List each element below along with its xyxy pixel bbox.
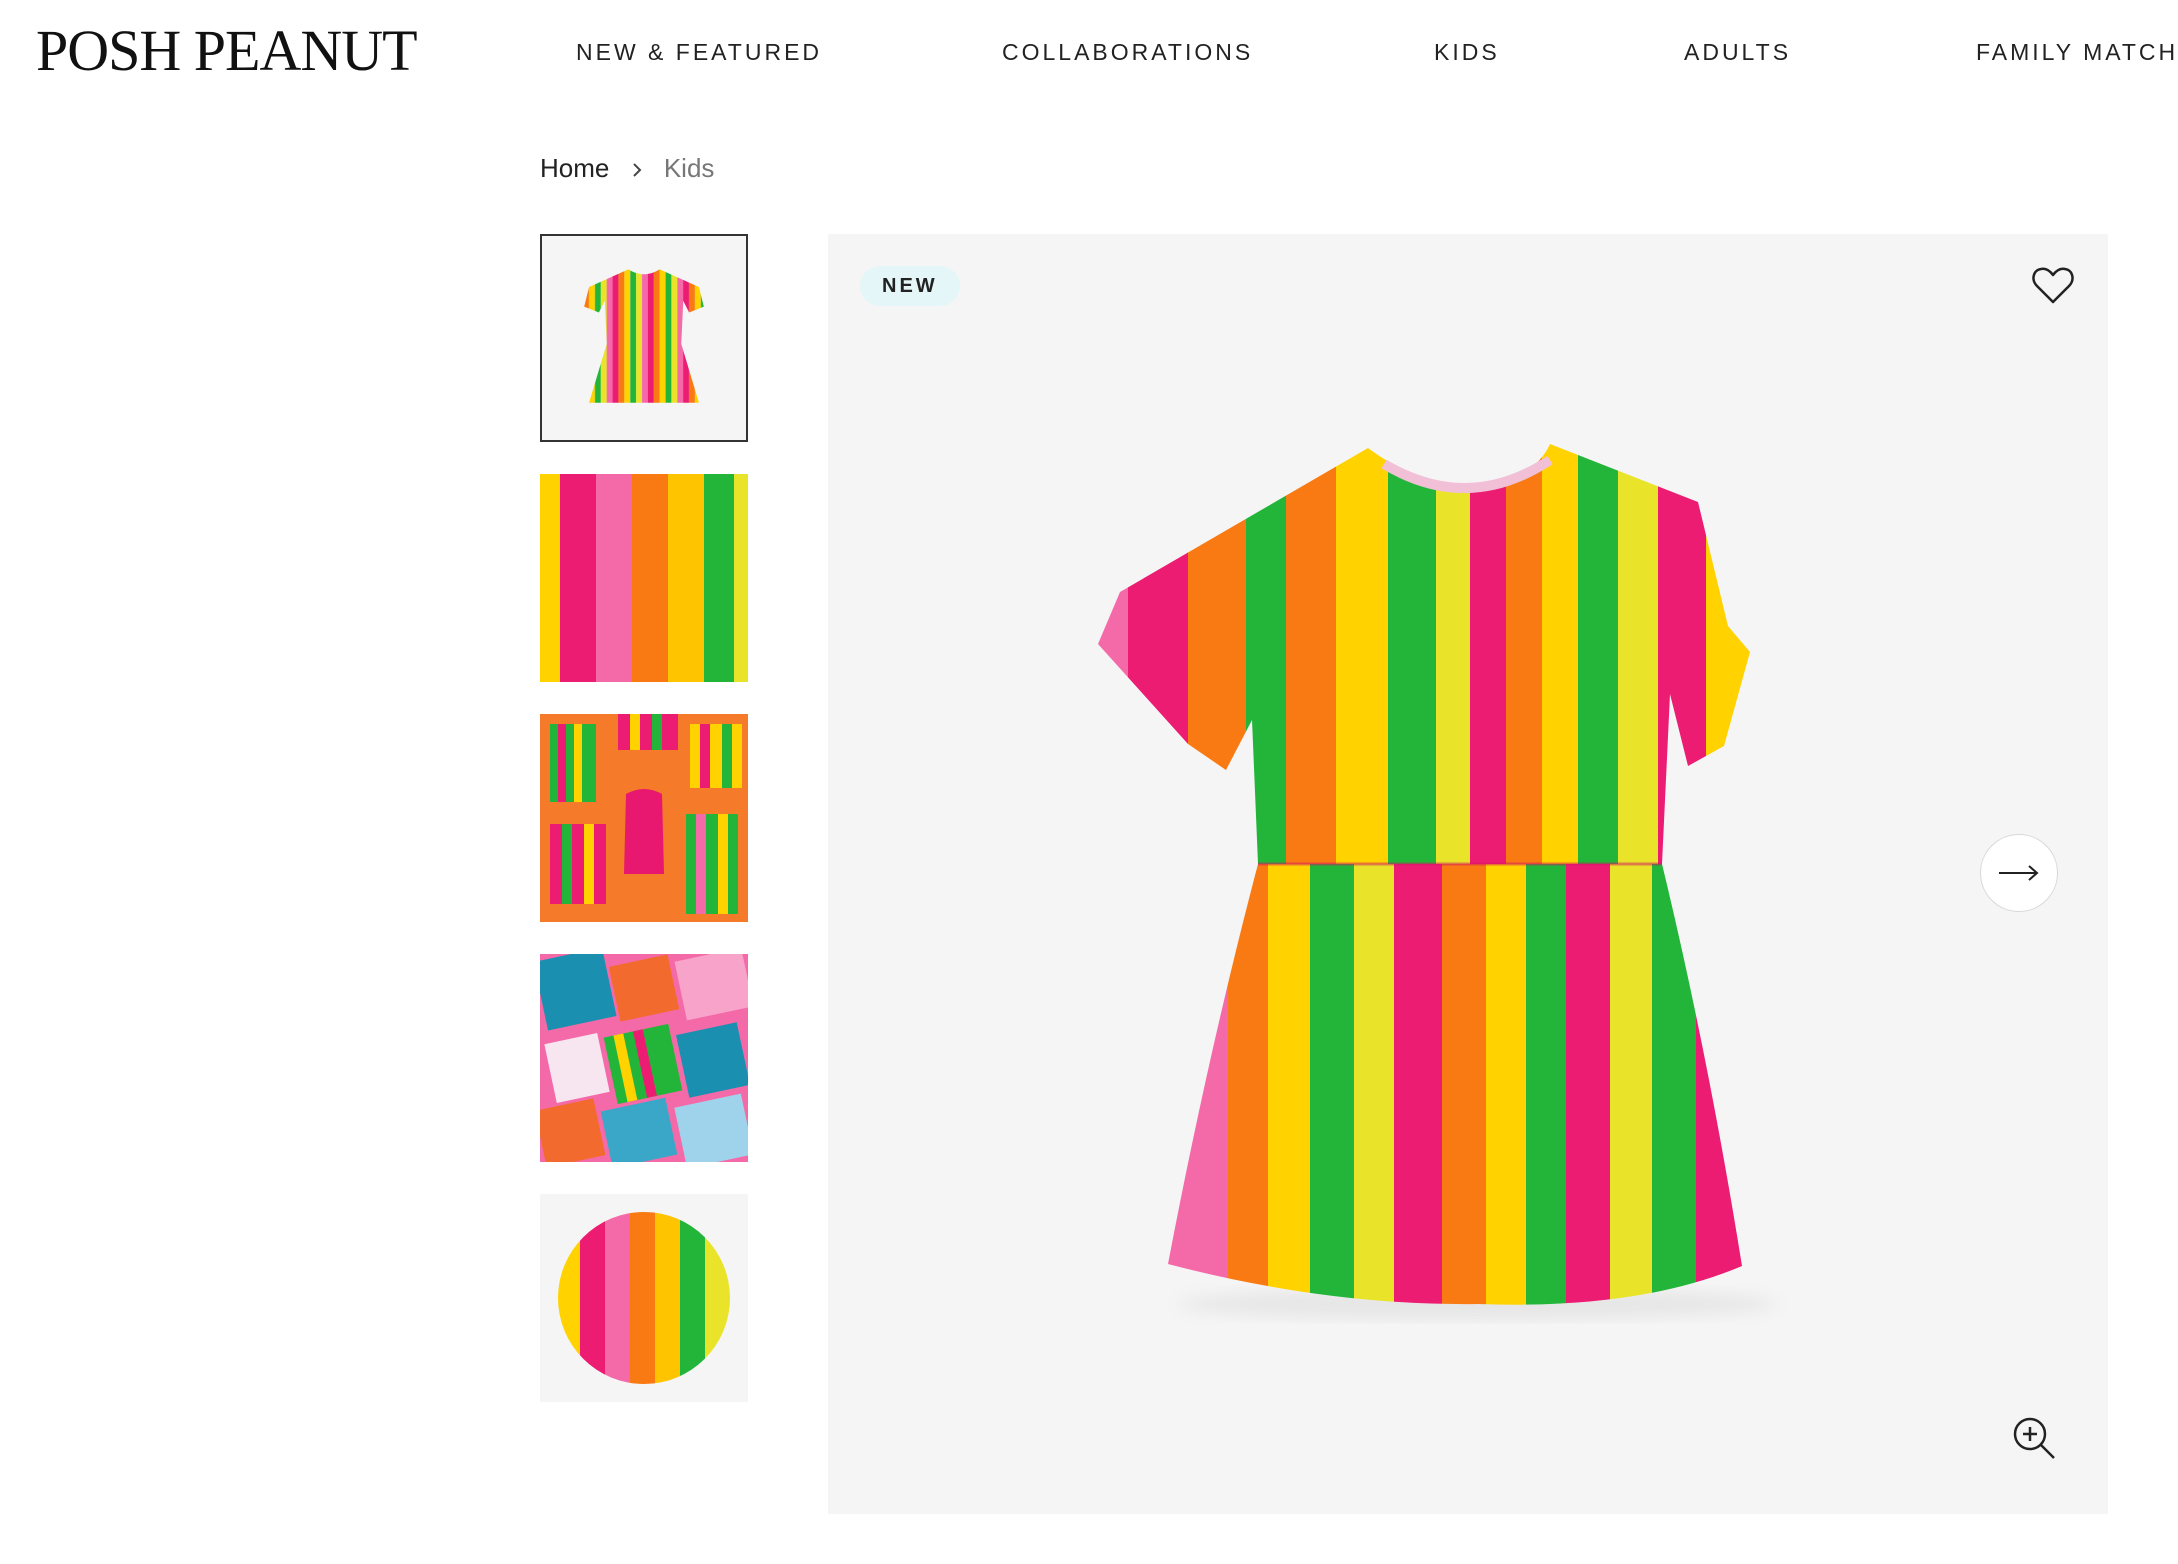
breadcrumb-home-link[interactable]: Home [540, 153, 609, 183]
site-header: POSH PEANUT NEW & FEATURED COLLABORATION… [0, 0, 2178, 110]
dress-thumbnail-image [584, 269, 704, 403]
main-product-image[interactable]: NEW [828, 234, 2108, 1514]
striped-dress-image [1098, 444, 1778, 1320]
nav-item-adults[interactable]: ADULTS [1684, 34, 1791, 70]
new-badge: NEW [860, 266, 960, 306]
heart-icon[interactable] [2028, 260, 2078, 310]
swimwear-flatlay-image [540, 714, 748, 922]
next-image-button[interactable] [1980, 834, 2058, 912]
arrow-right-icon [1999, 865, 2039, 881]
chevron-right-icon [631, 150, 643, 190]
nav-item-family-matching[interactable]: FAMILY MATCHI [1976, 34, 2178, 70]
stripe-swatch-image [558, 1212, 730, 1384]
thumbnail-stripe-swatch[interactable] [540, 1194, 748, 1402]
brand-logo[interactable]: POSH PEANUT [36, 16, 418, 86]
thumbnail-dress-front[interactable] [540, 234, 748, 442]
zoom-in-icon[interactable] [2010, 1414, 2058, 1462]
nav-item-collaborations[interactable]: COLLABORATIONS [1002, 34, 1253, 70]
thumbnail-prints-collage[interactable] [540, 954, 748, 1162]
prints-collage-image [540, 954, 748, 1162]
thumbnail-fabric-closeup[interactable] [540, 474, 748, 682]
breadcrumb-current: Kids [663, 153, 715, 183]
thumbnail-swimwear-flatlay[interactable] [540, 714, 748, 922]
breadcrumb: Home Kids [540, 148, 714, 190]
fabric-closeup-image [540, 474, 748, 682]
nav-item-new-featured[interactable]: NEW & FEATURED [576, 34, 822, 70]
nav-item-kids[interactable]: KIDS [1434, 34, 1500, 70]
